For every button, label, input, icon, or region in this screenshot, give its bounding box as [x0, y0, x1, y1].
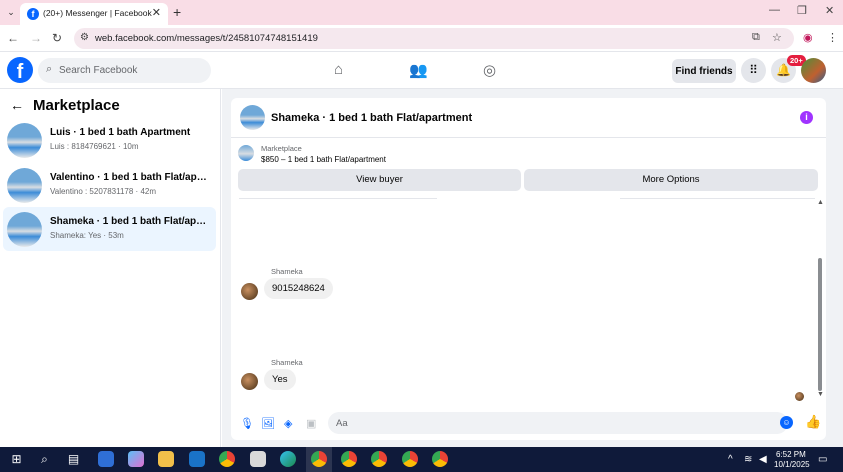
- chrome-icon[interactable]: [432, 451, 448, 467]
- gif-icon[interactable]: ▣: [306, 417, 316, 430]
- conversation-name: Shameka · 1 bed 1 bath Flat/apartment: [50, 216, 210, 227]
- conversation-name: Valentino · 1 bed 1 bath Flat/apartment: [50, 172, 210, 183]
- facebook-top-nav: f ⌕ Search Facebook ⌂ 👥 ◎ Find friends ⠿…: [0, 52, 843, 89]
- search-input[interactable]: Search Facebook: [59, 65, 137, 76]
- chrome-icon[interactable]: [311, 451, 327, 467]
- wifi-icon[interactable]: ≋: [744, 454, 752, 465]
- forward-icon[interactable]: →: [30, 31, 42, 45]
- browser-tab-strip: ⌄ f (20+) Messenger | Facebook ✕ + — ❐ ✕: [0, 0, 843, 25]
- view-buyer-button[interactable]: View buyer: [238, 169, 521, 191]
- sticker-icon[interactable]: ◈: [284, 417, 292, 430]
- window-close-icon[interactable]: ✕: [825, 4, 834, 17]
- site-info-icon[interactable]: ⚙: [80, 32, 89, 43]
- back-arrow-icon[interactable]: ←: [10, 97, 24, 113]
- find-friends-button[interactable]: Find friends: [672, 59, 736, 83]
- conversation-preview: Luis : 8184769621 · 10m: [50, 142, 139, 151]
- message-placeholder: Aa: [336, 418, 348, 429]
- tab-search-icon[interactable]: ⌄: [4, 5, 18, 19]
- sidebar-title: Marketplace: [33, 97, 120, 114]
- store-icon[interactable]: [98, 451, 114, 467]
- back-icon[interactable]: ←: [7, 31, 19, 45]
- scroll-up-arrow-icon[interactable]: ▲: [817, 199, 824, 206]
- message-sender: Shameka: [271, 358, 303, 367]
- conversation-avatar: [7, 123, 42, 158]
- like-thumb-icon[interactable]: 👍: [805, 414, 821, 430]
- chrome-icon[interactable]: [371, 451, 387, 467]
- app-icon[interactable]: [250, 451, 266, 467]
- sender-avatar[interactable]: [241, 283, 258, 300]
- search-icon[interactable]: ⌕: [37, 452, 52, 467]
- tray-chevron-up-icon[interactable]: ^: [728, 454, 733, 465]
- chat-header: Shameka · 1 bed 1 bath Flat/apartment i: [231, 98, 826, 138]
- notification-center-icon[interactable]: ▭: [818, 454, 827, 465]
- clock-date[interactable]: 10/1/2025: [774, 460, 810, 469]
- restore-icon[interactable]: ❐: [797, 4, 807, 17]
- photo-icon[interactable]: 🖼: [261, 417, 275, 430]
- url-text[interactable]: web.facebook.com/messages/t/245810747481…: [95, 33, 318, 44]
- browser-tab[interactable]: f (20+) Messenger | Facebook ✕: [20, 3, 168, 25]
- microphone-icon[interactable]: 🎙: [240, 417, 254, 430]
- copilot-icon[interactable]: [128, 451, 144, 467]
- chrome-icon[interactable]: [402, 451, 418, 467]
- windows-start-icon[interactable]: ⊞: [9, 452, 24, 467]
- outlook-icon[interactable]: [189, 451, 205, 467]
- tab-title: (20+) Messenger | Facebook: [43, 8, 152, 18]
- chrome-icon[interactable]: [341, 451, 357, 467]
- conversation-avatar: [7, 168, 42, 203]
- message-bubble[interactable]: 9015248624: [264, 278, 333, 299]
- chat-panel: Shameka · 1 bed 1 bath Flat/apartment i …: [231, 98, 826, 440]
- groups-icon[interactable]: ◎: [483, 61, 496, 79]
- reload-icon[interactable]: ↻: [52, 31, 62, 45]
- chat-avatar[interactable]: [240, 105, 265, 130]
- listing-thumbnail: [238, 145, 254, 161]
- windows-taskbar: ⊞ ⌕ ▤ ^ ≋ ◀ 6:52 PM 10/1/2025 ▭: [0, 447, 843, 472]
- home-icon[interactable]: ⌂: [334, 61, 343, 78]
- listing-summary[interactable]: $850 – 1 bed 1 bath Flat/apartment: [261, 155, 386, 164]
- info-icon[interactable]: i: [800, 111, 813, 124]
- conversation-name: Luis · 1 bed 1 bath Apartment: [50, 127, 191, 138]
- message-sender: Shameka: [271, 267, 303, 276]
- scroll-down-arrow-icon[interactable]: ▼: [817, 391, 824, 398]
- new-tab-icon[interactable]: +: [173, 4, 181, 20]
- bookmark-star-icon[interactable]: ☆: [772, 31, 782, 44]
- chrome-icon[interactable]: [219, 451, 235, 467]
- conversation-preview: Shameka: Yes · 53m: [50, 231, 124, 240]
- marketplace-label: Marketplace: [261, 144, 302, 153]
- facebook-favicon-icon: f: [27, 8, 39, 20]
- address-bar-row: ← → ↻ ⚙ web.facebook.com/messages/t/2458…: [0, 25, 843, 52]
- clock-time[interactable]: 6:52 PM: [776, 450, 806, 459]
- menu-icon[interactable]: ⋮: [827, 31, 838, 44]
- message-bubble[interactable]: Yes: [264, 369, 296, 390]
- file-explorer-icon[interactable]: [158, 451, 174, 467]
- profile-avatar[interactable]: [801, 58, 826, 83]
- divider: [239, 198, 437, 199]
- edge-icon[interactable]: [280, 451, 296, 467]
- minimize-icon[interactable]: —: [769, 4, 780, 16]
- chat-title[interactable]: Shameka · 1 bed 1 bath Flat/apartment: [271, 112, 472, 124]
- conversation-item-shameka[interactable]: Shameka · 1 bed 1 bath Flat/apartment Sh…: [3, 207, 216, 251]
- menu-grid-icon[interactable]: ⠿: [741, 58, 766, 83]
- conversation-item-luis[interactable]: Luis · 1 bed 1 bath Apartment Luis : 818…: [3, 118, 216, 162]
- install-icon[interactable]: ⧉: [752, 31, 760, 44]
- volume-icon[interactable]: ◀: [759, 454, 767, 465]
- more-options-button[interactable]: More Options: [524, 169, 818, 191]
- close-icon[interactable]: ✕: [152, 6, 161, 19]
- message-input[interactable]: Aa: [328, 412, 788, 434]
- address-bar[interactable]: ⚙ web.facebook.com/messages/t/2458107474…: [74, 28, 794, 49]
- marketplace-sidebar: ← Marketplace Luis · 1 bed 1 bath Apartm…: [0, 89, 221, 447]
- search-icon: ⌕: [46, 63, 53, 75]
- read-receipt-avatar: [795, 392, 804, 401]
- facebook-logo-icon[interactable]: f: [7, 57, 33, 83]
- search-box[interactable]: ⌕ Search Facebook: [38, 58, 211, 83]
- sender-avatar[interactable]: [241, 373, 258, 390]
- conversation-preview: Valentino : 5207831178 · 42m: [50, 187, 157, 196]
- scrollbar-thumb[interactable]: [818, 258, 822, 391]
- conversation-avatar: [7, 212, 42, 247]
- friends-icon[interactable]: 👥: [409, 61, 428, 79]
- emoji-icon[interactable]: ☺: [780, 416, 793, 429]
- profile-icon[interactable]: ◉: [803, 31, 813, 44]
- conversation-item-valentino[interactable]: Valentino · 1 bed 1 bath Flat/apartment …: [3, 163, 216, 207]
- task-view-icon[interactable]: ▤: [66, 452, 81, 467]
- divider: [620, 198, 815, 199]
